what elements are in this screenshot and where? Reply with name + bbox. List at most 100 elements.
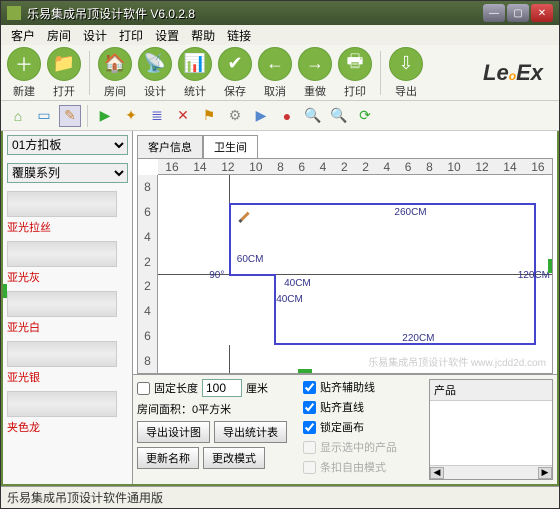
snap-guide-label: 贴齐辅助线 — [320, 379, 375, 395]
layers-tool[interactable]: ≣ — [146, 105, 168, 127]
scroll-right-button[interactable]: ▶ — [538, 467, 552, 479]
tab-customer[interactable]: 客户信息 — [137, 135, 203, 158]
play2-tool[interactable]: ▶ — [250, 105, 272, 127]
menu-设计[interactable]: 设计 — [79, 25, 111, 46]
save-icon: ✔ — [218, 47, 252, 81]
snap-guide-checkbox[interactable] — [303, 381, 316, 394]
snap-line-checkbox[interactable] — [303, 401, 316, 414]
swatch-item[interactable]: 亚光灰 — [7, 241, 128, 285]
pick-tool[interactable]: ✦ — [120, 105, 142, 127]
freemode-label: 条扣自由模式 — [320, 459, 386, 475]
print-label: 打印 — [344, 83, 366, 99]
menu-客户[interactable]: 客户 — [7, 25, 39, 46]
cancel-button[interactable]: ←取消 — [258, 47, 292, 99]
dim-step-w: 40CM — [284, 278, 311, 289]
canvas-wrap: 161412108642246810121416 86422468 260CM … — [137, 158, 553, 374]
export-icon: ⇩ — [389, 47, 423, 81]
cancel-icon: ← — [258, 47, 292, 81]
show-selected-label: 显示选中的产品 — [320, 439, 397, 455]
fixed-length-checkbox[interactable] — [137, 382, 150, 395]
dim-right: 120CM — [518, 270, 550, 281]
design-canvas[interactable]: 260CM 220CM 120CM 60CM 40CM 40CM 90° 乐易集… — [158, 175, 552, 373]
ball-tool[interactable]: ● — [276, 105, 298, 127]
room-icon: 🏠 — [98, 47, 132, 81]
menu-帮助[interactable]: 帮助 — [187, 25, 219, 46]
redo-label: 重做 — [304, 83, 326, 99]
scroll-left-button[interactable]: ◀ — [430, 467, 444, 479]
scroll-marker-icon — [298, 369, 312, 374]
export-plan-button[interactable]: 导出设计图 — [137, 421, 210, 443]
flag-tool[interactable]: ⚑ — [198, 105, 220, 127]
refresh-tool[interactable]: ⟳ — [354, 105, 376, 127]
new-button[interactable]: ＋ 新建 — [7, 47, 41, 99]
product-hscroll[interactable]: ◀ ▶ — [430, 465, 552, 479]
redo-button[interactable]: →重做 — [298, 47, 332, 99]
print-button[interactable]: 🖶 打印 — [338, 47, 372, 99]
swatch-item[interactable]: 夹色龙 — [7, 391, 128, 435]
run-tool[interactable]: ▶ — [94, 105, 116, 127]
rect-tool[interactable]: ▭ — [33, 105, 55, 127]
swatch-item[interactable]: 亚光银 — [7, 341, 128, 385]
stats-button[interactable]: 📊统计 — [178, 47, 212, 99]
maximize-button[interactable]: ▢ — [507, 4, 529, 22]
cfg-tool[interactable]: ⚙ — [224, 105, 246, 127]
lock-canvas-label: 锁定画布 — [320, 419, 364, 435]
swatch-name: 夹色龙 — [7, 419, 128, 435]
home-tool[interactable]: ⌂ — [7, 105, 29, 127]
close-button[interactable]: ✕ — [531, 4, 553, 22]
room-button[interactable]: 🏠 房间 — [98, 47, 132, 99]
print-icon: 🖶 — [338, 47, 372, 81]
dim-step-h2: 40CM — [276, 294, 303, 305]
room-area-label: 房间面积：0平方米 — [137, 401, 231, 417]
bottom-panel: 固定长度 厘米 房间面积：0平方米 导出设计图 导出统计表 更新名称 更改模式 — [133, 374, 557, 484]
menu-设置[interactable]: 设置 — [151, 25, 183, 46]
save-label: 保存 — [224, 83, 246, 99]
design-label: 设计 — [144, 83, 166, 99]
ruler-left: 86422468 — [138, 175, 158, 373]
dim-step-h1: 60CM — [237, 254, 264, 265]
room-label: 房间 — [104, 83, 126, 99]
watermark: 乐易集成吊顶设计软件 www.jcdd2d.com — [368, 354, 546, 369]
swatch-preview — [7, 391, 117, 417]
minimize-button[interactable]: — — [483, 4, 505, 22]
menu-打印[interactable]: 打印 — [115, 25, 147, 46]
zoomin-tool[interactable]: 🔍 — [328, 105, 350, 127]
swatch-preview — [7, 191, 117, 217]
new-label: 新建 — [13, 83, 35, 99]
rename-button[interactable]: 更新名称 — [137, 447, 199, 469]
export-stats-button[interactable]: 导出统计表 — [214, 421, 287, 443]
product-list[interactable]: ◀ ▶ — [430, 401, 552, 479]
swatch-name: 亚光白 — [7, 319, 128, 335]
open-button[interactable]: 📁 打开 — [47, 47, 81, 99]
status-text: 乐易集成吊顶设计软件通用版 — [7, 489, 163, 506]
swatch-item[interactable]: 亚光拉丝 — [7, 191, 128, 235]
zoomout-tool[interactable]: 🔍 — [302, 105, 324, 127]
save-button[interactable]: ✔ 保存 — [218, 47, 252, 99]
product-header: 产品 — [430, 380, 552, 401]
stats-label: 统计 — [184, 83, 206, 99]
swatch-preview — [7, 341, 117, 367]
menu-房间[interactable]: 房间 — [43, 25, 75, 46]
lock-canvas-checkbox[interactable] — [303, 421, 316, 434]
scroll-marker-icon — [548, 259, 553, 273]
new-icon: ＋ — [7, 47, 41, 81]
ruler-top: 161412108642246810121416 — [158, 159, 552, 175]
fixed-length-input[interactable] — [202, 379, 242, 397]
design-button[interactable]: 📡设计 — [138, 47, 172, 99]
pencil-tool[interactable]: ✎ — [59, 105, 81, 127]
room-step — [229, 274, 276, 345]
change-mode-button[interactable]: 更改模式 — [203, 447, 265, 469]
board-type-select[interactable]: 01方扣板 — [7, 135, 128, 155]
menu-链接[interactable]: 链接 — [223, 25, 255, 46]
export-button[interactable]: ⇩ 导出 — [389, 47, 423, 99]
show-selected-checkbox — [303, 441, 316, 454]
open-icon: 📁 — [47, 47, 81, 81]
window-title: 乐易集成吊顶设计软件 V6.0.2.8 — [27, 5, 481, 22]
export-label: 导出 — [395, 83, 417, 99]
tab-bathroom[interactable]: 卫生间 — [203, 135, 258, 158]
swatch-item[interactable]: 亚光白 — [7, 291, 128, 335]
open-label: 打开 — [53, 83, 75, 99]
series-select[interactable]: 覆膜系列 — [7, 163, 128, 183]
scroll-marker-icon — [1, 284, 7, 298]
cross-tool[interactable]: ✕ — [172, 105, 194, 127]
